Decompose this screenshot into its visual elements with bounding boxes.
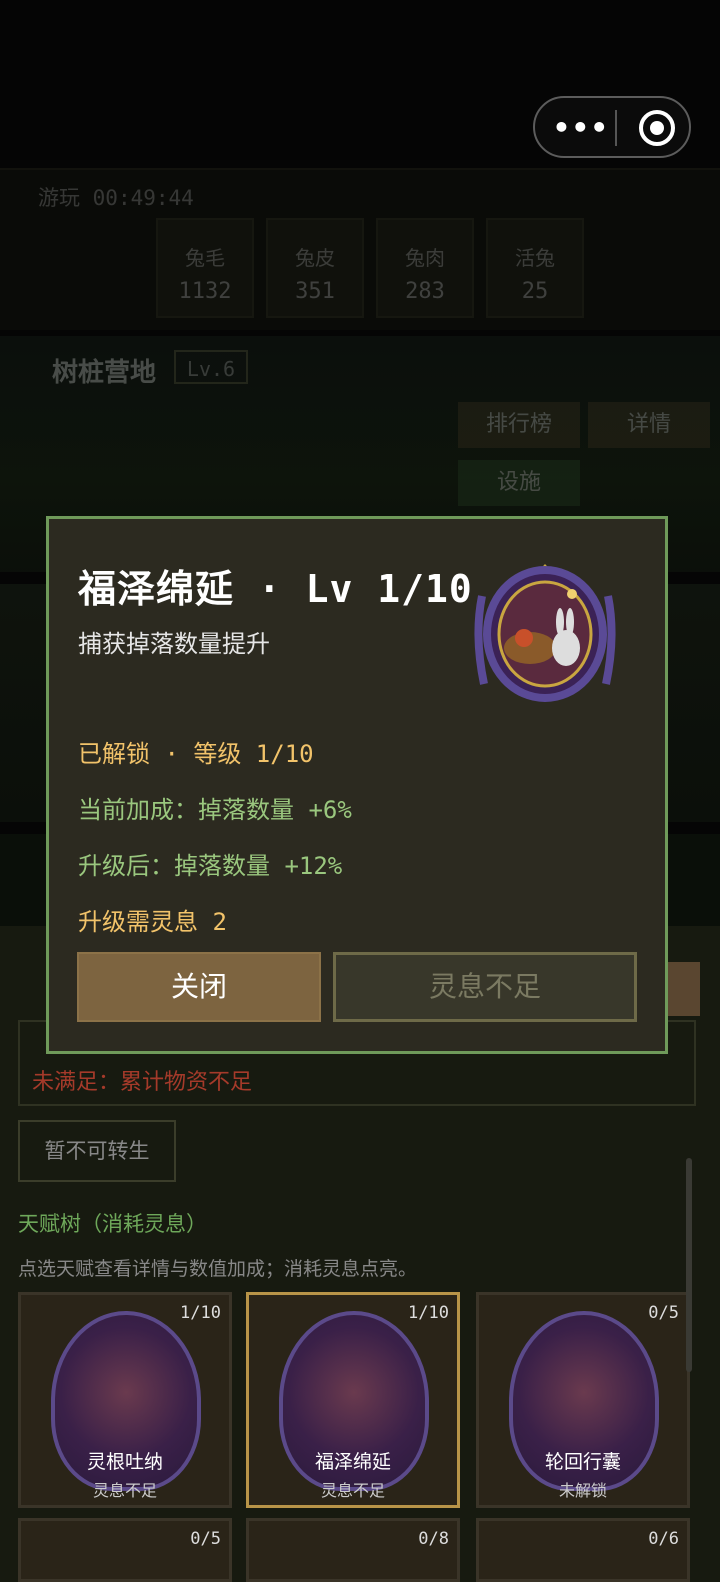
talent-count: 0/6 (648, 1529, 679, 1549)
resource-value: 283 (405, 279, 445, 304)
talent-tree-description: 点选天赋查看详情与数值加成；消耗灵息点亮。 (18, 1258, 418, 1280)
capsule-divider (615, 110, 617, 146)
camp-title: 树桩营地 (52, 358, 157, 388)
talent-count: 0/5 (190, 1529, 221, 1549)
rebirth-button[interactable]: 暂不可转生 (18, 1120, 176, 1182)
resource-meat: 兔肉 283 (376, 218, 474, 318)
resource-hide: 兔皮 351 (266, 218, 364, 318)
timer-value: 00:49:44 (92, 186, 194, 210)
talent-count: 1/10 (180, 1303, 221, 1323)
miniprogram-capsule: ••• (533, 96, 691, 158)
resource-value: 25 (521, 279, 549, 304)
play-timer: 游玩 00:49:44 (38, 182, 194, 212)
talent-status: 灵息不足 (320, 1481, 385, 1500)
close-miniprogram-icon[interactable] (639, 110, 675, 146)
resource-name: 兔毛 (185, 246, 225, 270)
resource-value: 1132 (178, 279, 232, 304)
details-button[interactable]: 详情 (588, 402, 710, 448)
more-icon[interactable]: ••• (553, 114, 608, 142)
unlock-level-line: 已解锁 · 等级 1/10 (78, 740, 314, 768)
next-bonus-line: 升级后：掉落数量 +12% (78, 852, 343, 880)
resource-value: 351 (295, 279, 335, 304)
upgrade-cost-line: 升级需灵息 2 (78, 908, 227, 936)
talent-count: 0/5 (648, 1303, 679, 1323)
dialog-subtitle: 捕获掉落数量提升 (78, 630, 270, 658)
talent-card-selected[interactable]: 1/10 福泽绵延 灵息不足 (246, 1292, 460, 1508)
talent-status: 未解锁 (558, 1481, 607, 1500)
resource-name: 兔肉 (405, 246, 445, 270)
scrollbar[interactable] (686, 1158, 692, 1372)
talent-tree-title: 天赋树（消耗灵息） (18, 1212, 207, 1236)
resource-live-rabbit: 活兔 25 (486, 218, 584, 318)
talent-card[interactable]: 1/10 灵根吐纳 灵息不足 (18, 1292, 232, 1508)
leaderboard-button[interactable]: 排行榜 (458, 402, 580, 448)
talent-name: 灵根吐纳 (86, 1451, 163, 1473)
status-label: 游玩 (38, 186, 80, 210)
requirement-status: 未满足：累计物资不足 (32, 1070, 253, 1095)
talent-status: 灵息不足 (92, 1481, 157, 1500)
camp-level-badge: Lv.6 (174, 350, 248, 384)
rabbit-basket-emblem-icon (474, 564, 616, 702)
talent-card[interactable]: 0/5 轮回行囊 未解锁 (476, 1292, 690, 1508)
resource-name: 活兔 (515, 246, 555, 270)
talent-name: 福泽绵延 (314, 1451, 391, 1473)
close-button[interactable]: 关闭 (77, 952, 321, 1022)
talent-card[interactable]: 0/5 (18, 1518, 232, 1582)
resource-fur: 兔毛 1132 (156, 218, 254, 318)
current-bonus-line: 当前加成：掉落数量 +6% (78, 796, 352, 824)
talent-count: 0/8 (418, 1529, 449, 1549)
talent-card[interactable]: 0/8 (246, 1518, 460, 1582)
talent-name: 轮回行囊 (544, 1451, 621, 1473)
facilities-button[interactable]: 设施 (458, 460, 580, 506)
talent-count: 1/10 (408, 1303, 449, 1323)
resource-name: 兔皮 (295, 246, 335, 270)
upgrade-button-disabled[interactable]: 灵息不足 (333, 952, 637, 1022)
dialog-title: 福泽绵延 · Lv 1/10 (78, 567, 473, 611)
talent-card[interactable]: 0/6 (476, 1518, 690, 1582)
